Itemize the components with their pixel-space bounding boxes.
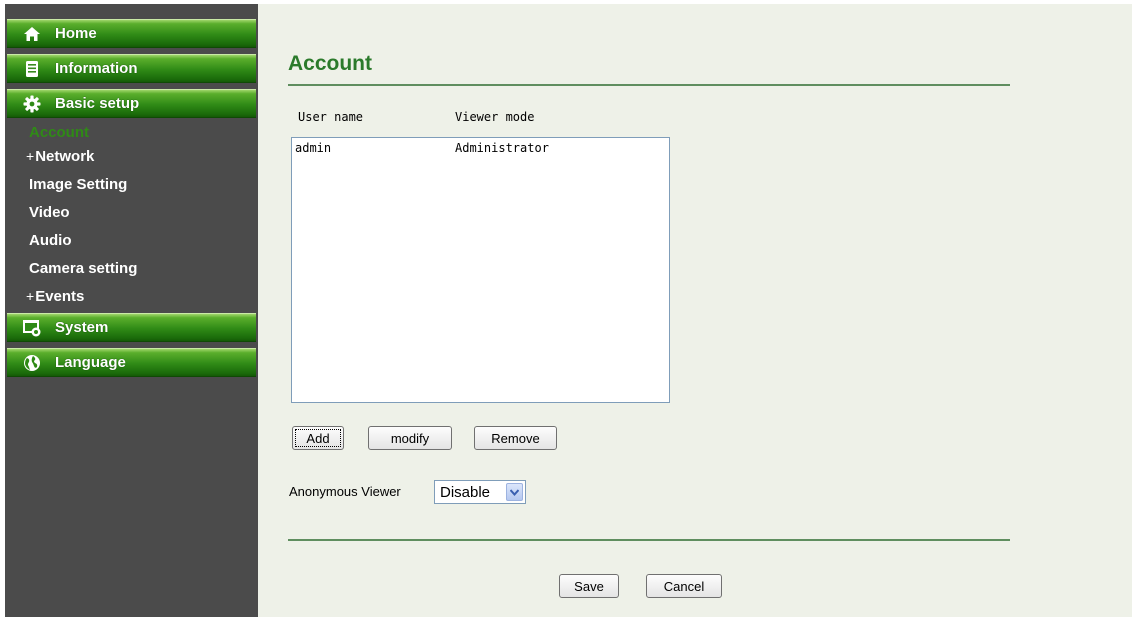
nav-system[interactable]: System [7, 313, 256, 342]
add-button[interactable]: Add [292, 426, 344, 450]
footer-divider [288, 539, 1010, 541]
nav-information-label: Information [55, 60, 138, 77]
modify-button[interactable]: modify [368, 426, 452, 450]
sidebar-item-events[interactable]: +Events [26, 288, 84, 305]
sidebar-item-network[interactable]: +Network [26, 148, 94, 165]
viewer-mode-cell: Administrator [455, 141, 549, 155]
sidebar-item-events-label: Events [35, 288, 85, 305]
user-listbox[interactable]: admin Administrator [291, 137, 670, 403]
anonymous-viewer-value: Disable [440, 483, 491, 501]
column-header-user-name: User name [298, 110, 364, 124]
chevron-down-icon[interactable] [506, 483, 523, 501]
title-divider [288, 84, 1010, 86]
system-settings-icon [21, 318, 43, 338]
nav-language[interactable]: Language [7, 348, 256, 377]
globe-icon [21, 353, 43, 373]
sidebar-item-camera-setting[interactable]: Camera setting [29, 260, 137, 277]
anonymous-viewer-label: Anonymous Viewer [289, 484, 401, 499]
sidebar: Home Information Basic setup Account +Ne… [5, 4, 258, 617]
sidebar-item-network-label: Network [35, 148, 95, 165]
nav-language-label: Language [55, 354, 126, 371]
sidebar-item-audio[interactable]: Audio [29, 232, 72, 249]
user-name-cell: admin [295, 141, 332, 155]
page-title: Account [288, 52, 372, 75]
nav-system-label: System [55, 319, 109, 336]
main-content: Account User name Viewer mode admin Admi… [258, 4, 1132, 617]
expand-plus-icon: + [26, 148, 35, 164]
user-row[interactable]: admin Administrator [292, 138, 669, 155]
anonymous-viewer-select[interactable]: Disable [434, 480, 526, 504]
gear-icon [21, 94, 43, 114]
home-icon [21, 24, 43, 44]
document-icon [21, 59, 43, 79]
nav-home-label: Home [55, 25, 97, 42]
column-header-viewer-mode: Viewer mode [455, 110, 535, 124]
cancel-button[interactable]: Cancel [646, 574, 722, 598]
remove-button[interactable]: Remove [474, 426, 557, 450]
sidebar-item-account[interactable]: Account [29, 124, 89, 141]
nav-information[interactable]: Information [7, 54, 256, 83]
nav-basic-setup[interactable]: Basic setup [7, 89, 256, 118]
nav-basic-setup-label: Basic setup [55, 95, 140, 112]
nav-home[interactable]: Home [7, 19, 256, 48]
save-button[interactable]: Save [559, 574, 619, 598]
expand-plus-icon: + [26, 288, 35, 304]
sidebar-item-video[interactable]: Video [29, 204, 70, 221]
sidebar-item-image-setting[interactable]: Image Setting [29, 176, 127, 193]
